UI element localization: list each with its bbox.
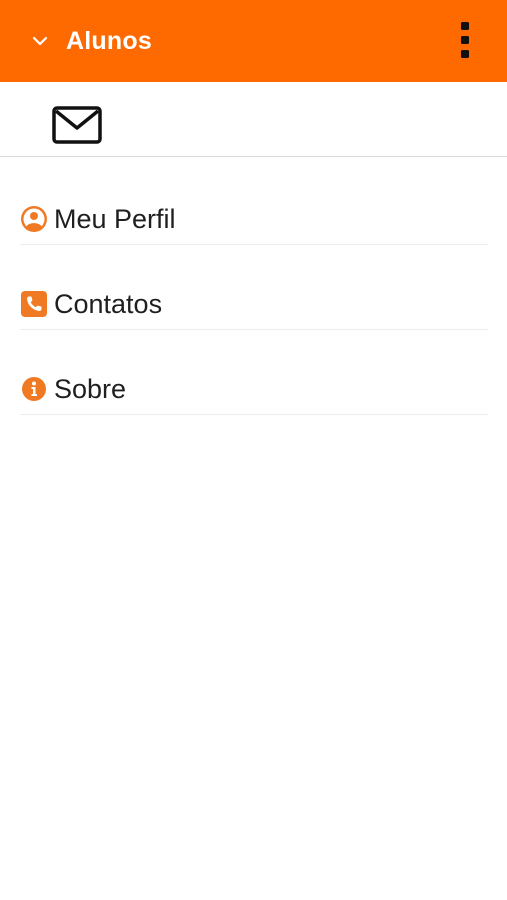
main-menu: Meu Perfil Contatos Sobre (20, 194, 488, 449)
menu-item-label: Contatos (54, 288, 163, 319)
menu-item-sobre[interactable]: Sobre (20, 364, 488, 415)
more-vert-icon[interactable] (451, 20, 479, 60)
app-screen: Alunos Meu Perfil Contatos Sobre (0, 0, 507, 900)
chevron-down-icon (32, 36, 48, 46)
menu-item-label: Sobre (54, 373, 127, 404)
user-circle-icon (21, 206, 47, 232)
menu-item-contatos[interactable]: Contatos (20, 279, 488, 330)
app-title: Alunos (66, 26, 152, 55)
mail-icon[interactable] (50, 104, 104, 146)
phone-icon (21, 291, 47, 317)
secondary-toolbar (0, 82, 507, 157)
profile-dropdown[interactable]: Alunos (30, 22, 152, 60)
menu-item-meu-perfil[interactable]: Meu Perfil (20, 194, 488, 245)
menu-item-label: Meu Perfil (54, 203, 176, 234)
app-bar: Alunos (0, 0, 507, 82)
info-icon (22, 377, 46, 401)
